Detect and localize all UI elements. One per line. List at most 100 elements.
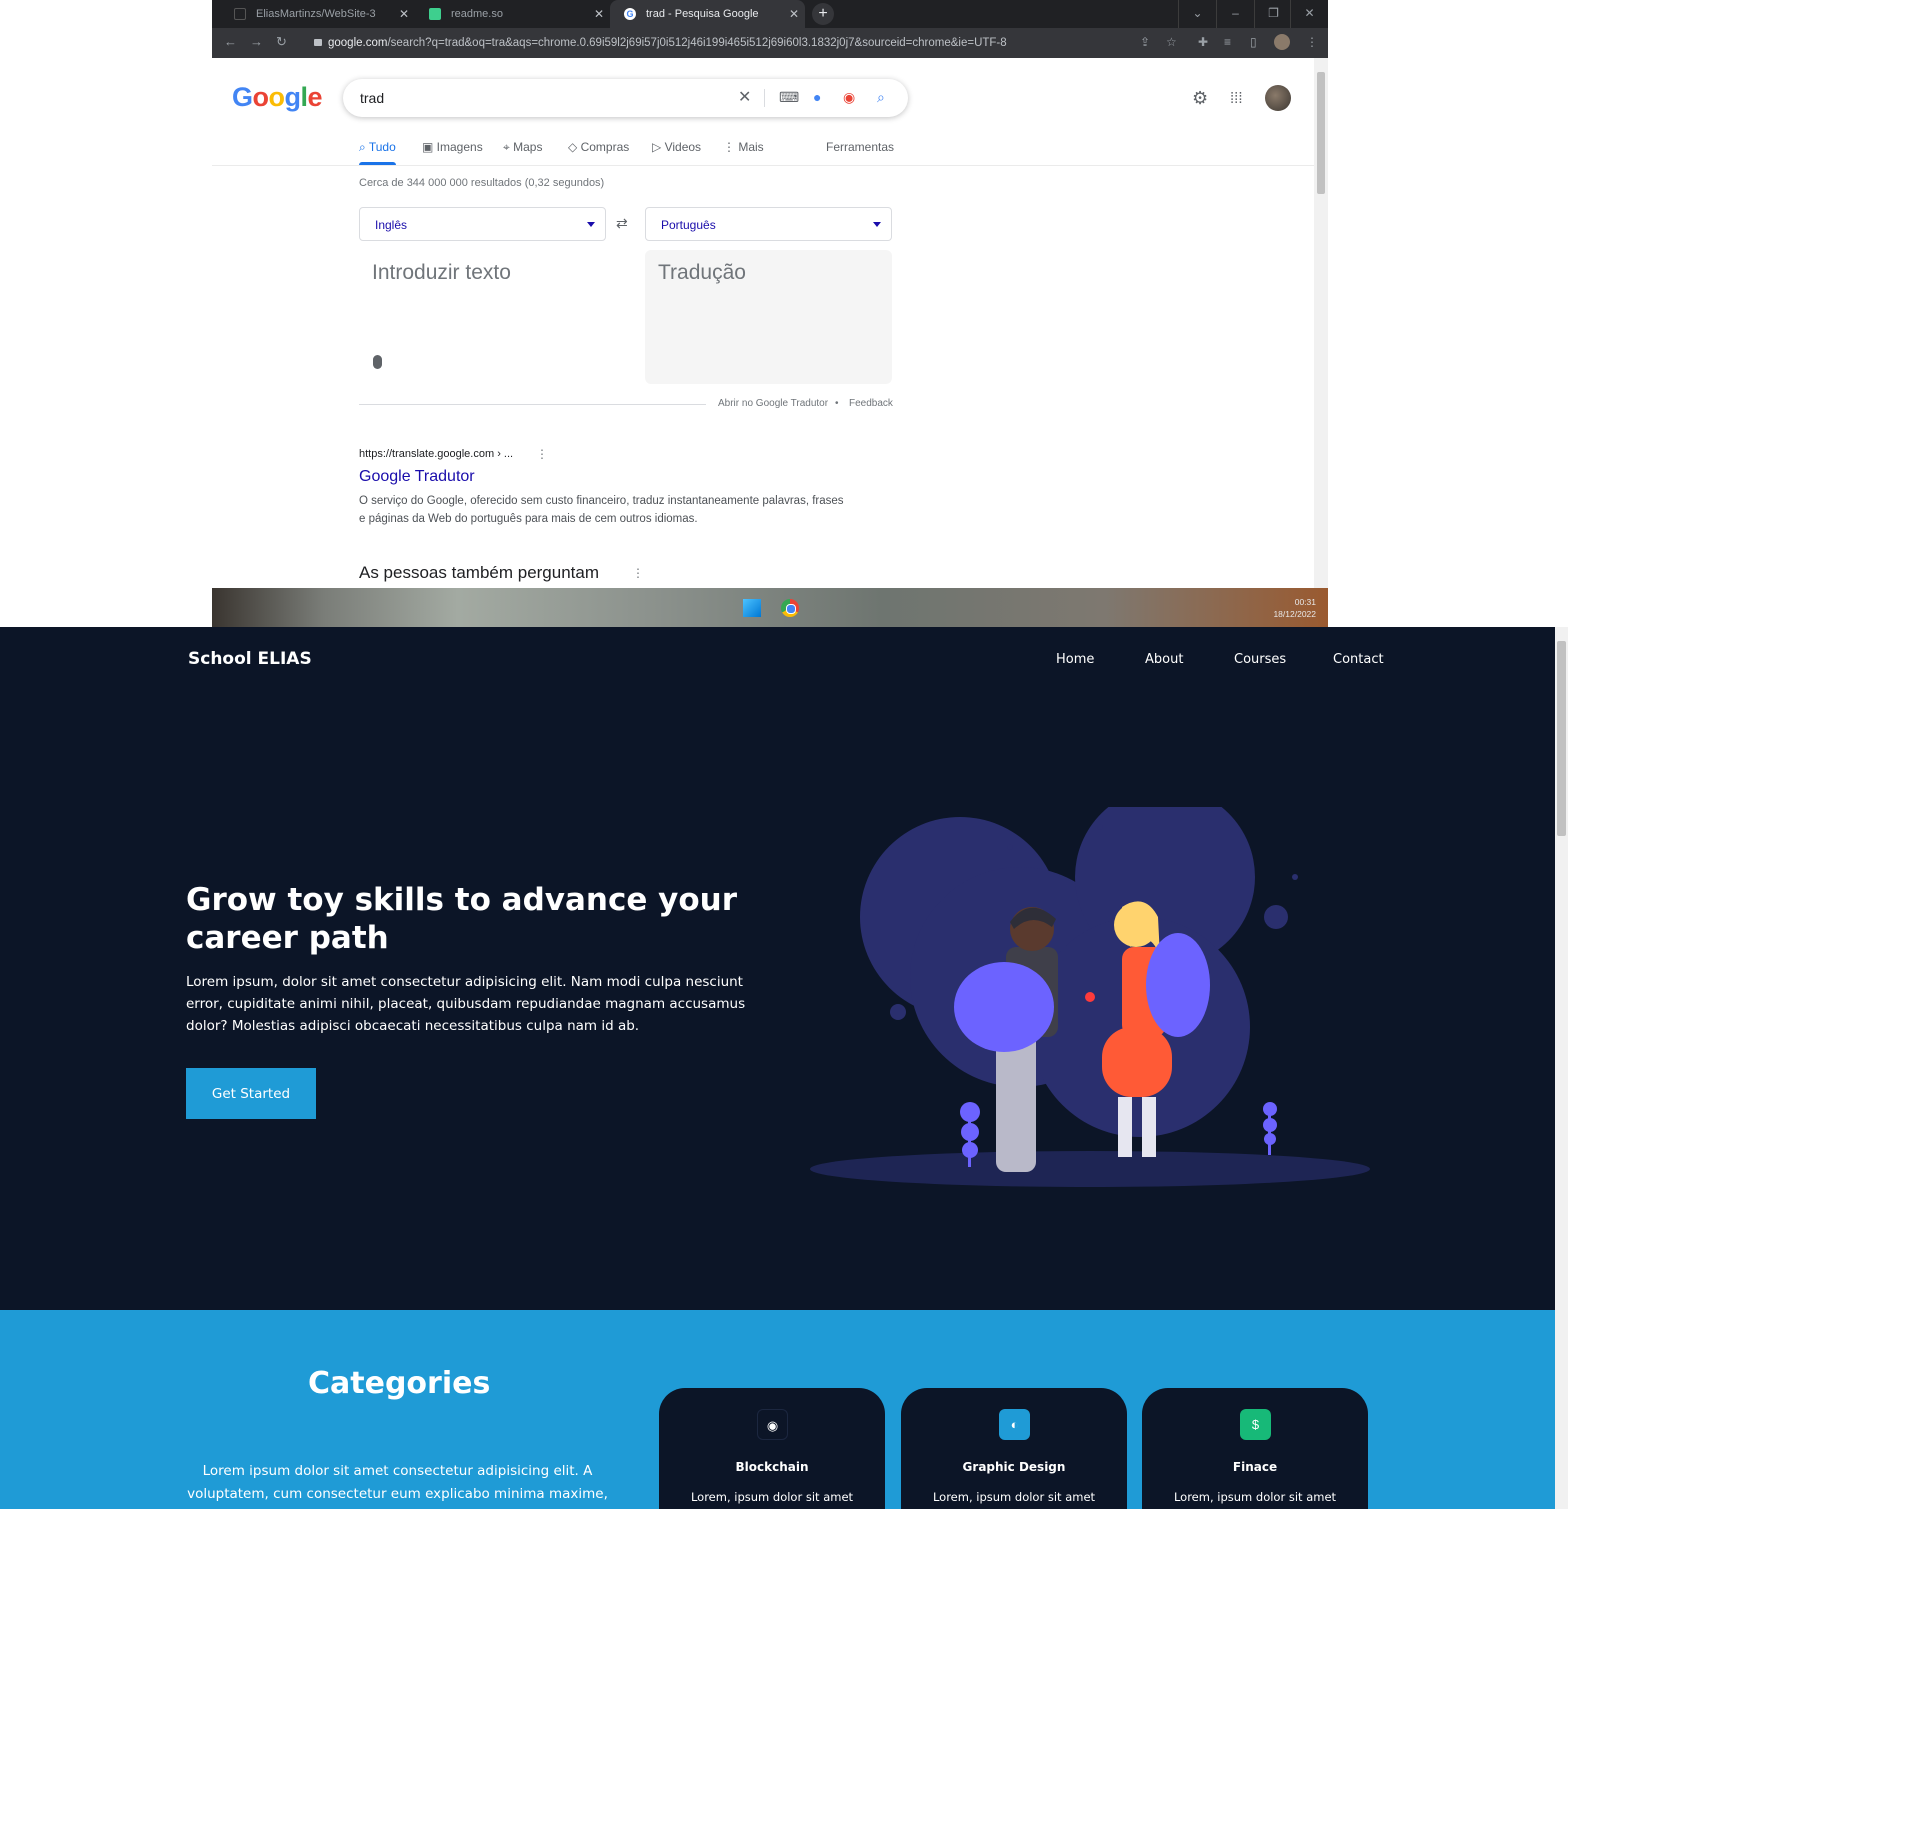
chevron-down-icon [587,222,595,227]
lens-icon[interactable]: ◉ [843,89,855,106]
categories-section: Categories Lorem ipsum dolor sit amet co… [0,1310,1555,1509]
taskbar: 00:31 18/12/2022 [212,588,1328,627]
school-site: School ELIAS Home About Courses Contact … [0,627,1568,1509]
account-avatar[interactable] [1265,85,1291,111]
keyboard-icon[interactable]: ⌨ [779,89,799,106]
tab-title: readme.so [451,8,503,20]
url-host: google.com [328,37,388,49]
side-panel-icon[interactable]: ▯ [1250,35,1257,49]
new-tab-button[interactable]: + [812,3,834,25]
close-icon[interactable]: ✕ [789,7,799,21]
tab-label: Imagens [436,140,483,154]
tab-images[interactable]: ▣ Imagens [422,140,483,154]
chrome-icon[interactable] [781,599,799,617]
tab-strip: EliasMartinzs/WebSite-3 ✕ readme.so ✕ G … [212,0,1328,28]
target-language-select[interactable]: Português [645,207,892,241]
category-title: Graphic Design [962,1460,1066,1474]
tab-search-icon[interactable]: ⌄ [1178,0,1216,28]
result-snippet: O serviço do Google, oferecido sem custo… [359,495,844,525]
share-icon[interactable]: ⇪ [1140,35,1150,49]
restore-icon[interactable]: ❐ [1254,0,1292,28]
hero-text: Lorem ipsum, dolor sit amet consectetur … [186,974,746,1034]
nav-courses[interactable]: Courses [1234,652,1286,667]
swap-languages-icon[interactable]: ⇄ [616,215,628,232]
category-title: Finace [1232,1460,1278,1474]
close-icon[interactable]: ✕ [399,7,409,21]
windows-start-icon[interactable] [743,599,761,617]
result-url[interactable]: https://translate.google.com › ... [359,448,513,460]
tab-google-search[interactable]: G trad - Pesquisa Google ✕ [610,0,805,28]
clock-time: 00:31 [1294,597,1316,607]
tab-maps[interactable]: ⌖ Maps [503,140,542,155]
close-window-icon[interactable]: ✕ [1290,0,1328,28]
category-title: Blockchain [735,1460,809,1474]
voice-input-icon[interactable] [373,355,382,369]
bookmark-star-icon[interactable]: ☆ [1166,35,1177,49]
tab-all[interactable]: ⌕ Tudo [359,140,396,165]
scrollbar-thumb[interactable] [1317,72,1325,194]
search-query: trad [360,90,385,106]
page-scrollbar[interactable] [1314,58,1328,588]
toolbar: ← → ↻ google.com/search?q=trad&oq=tra&aq… [212,28,1328,58]
tab-label: Maps [513,140,543,154]
scrollbar-thumb[interactable] [1557,641,1566,836]
more-options-icon[interactable]: ⋮ [632,566,644,580]
source-language-select[interactable]: Inglês [359,207,606,241]
source-language-label: Inglês [375,218,408,232]
system-clock[interactable]: 00:31 18/12/2022 [1273,596,1316,620]
translation-output: Tradução [645,250,892,384]
menu-icon[interactable]: ⋮ [1306,35,1318,49]
google-logo[interactable]: Google [232,82,323,113]
reading-list-icon[interactable]: ≡ [1224,35,1231,49]
clear-icon[interactable]: ✕ [738,87,751,107]
hero-title: Grow toy skills to advance your career p… [186,882,738,956]
desktop-top: EliasMartinzs/WebSite-3 ✕ readme.so ✕ G … [0,0,1568,627]
source-placeholder: Introduzir texto [372,261,511,284]
mic-icon[interactable]: ● [813,89,821,105]
nav-contact[interactable]: Contact [1333,652,1384,667]
readme-icon [429,8,441,20]
category-text: Lorem, ipsum dolor sit amet [1173,1490,1337,1504]
more-options-icon[interactable]: ⋮ [536,447,548,461]
blockchain-icon: ◉ [757,1409,788,1440]
search-icon[interactable]: ⌕ [877,89,885,106]
apps-grid-icon[interactable]: ⁞⁞⁞ [1230,90,1243,107]
tools-button[interactable]: Ferramentas [826,140,894,154]
tab-label: Mais [738,140,764,154]
browser-window: EliasMartinzs/WebSite-3 ✕ readme.so ✕ G … [212,0,1328,627]
tab-github[interactable]: EliasMartinzs/WebSite-3 ✕ [220,0,415,28]
categories-text: Lorem ipsum dolor sit amet consectetur a… [187,1463,608,1502]
tab-readme[interactable]: readme.so ✕ [415,0,610,28]
site-scrollbar[interactable] [1555,627,1568,1509]
tabs-divider [212,165,1314,166]
nav-home[interactable]: Home [1056,652,1094,667]
back-icon[interactable]: ← [224,34,237,49]
palette-icon: ◐ [999,1409,1030,1440]
nav-about[interactable]: About [1145,652,1183,667]
get-started-button[interactable]: Get Started [186,1068,316,1119]
source-text-input[interactable]: Introduzir texto [359,250,606,384]
students-illustration [810,807,1370,1187]
extensions-icon[interactable]: ✚ [1198,35,1208,49]
close-icon[interactable]: ✕ [594,7,604,21]
google-results-page: Google trad ✕ ⌨ ● ◉ ⌕ ⚙ ⁞⁞⁞ ⌕ Tudo ▣ Ima… [212,58,1314,588]
category-card-blockchain[interactable]: ◉ Blockchain Lorem, ipsum dolor sit amet [659,1388,885,1509]
settings-gear-icon[interactable]: ⚙ [1192,88,1208,109]
reload-icon[interactable]: ↻ [276,34,287,50]
category-card-finance[interactable]: $ Finace Lorem, ipsum dolor sit amet [1142,1388,1368,1509]
forward-icon[interactable]: → [250,34,263,49]
result-title-link[interactable]: Google Tradutor [359,468,475,486]
tab-more[interactable]: ⋮ Mais [723,140,764,154]
minimize-icon[interactable]: – [1216,0,1254,28]
target-placeholder: Tradução [658,261,746,284]
site-brand[interactable]: School ELIAS [188,649,312,669]
category-text: Lorem, ipsum dolor sit amet [690,1490,854,1504]
category-card-graphic-design[interactable]: ◐ Graphic Design Lorem, ipsum dolor sit … [901,1388,1127,1509]
search-input[interactable]: trad ✕ ⌨ ● ◉ ⌕ [343,79,908,117]
tab-videos[interactable]: ▷ Videos [652,140,701,154]
url-path: /search?q=trad&oq=tra&aqs=chrome.0.69i59… [387,37,1007,49]
open-translator-link[interactable]: Abrir no Google Tradutor [718,398,828,409]
tab-shopping[interactable]: ◇ Compras [568,140,629,154]
feedback-link[interactable]: Feedback [849,398,893,409]
profile-avatar[interactable] [1274,34,1290,50]
